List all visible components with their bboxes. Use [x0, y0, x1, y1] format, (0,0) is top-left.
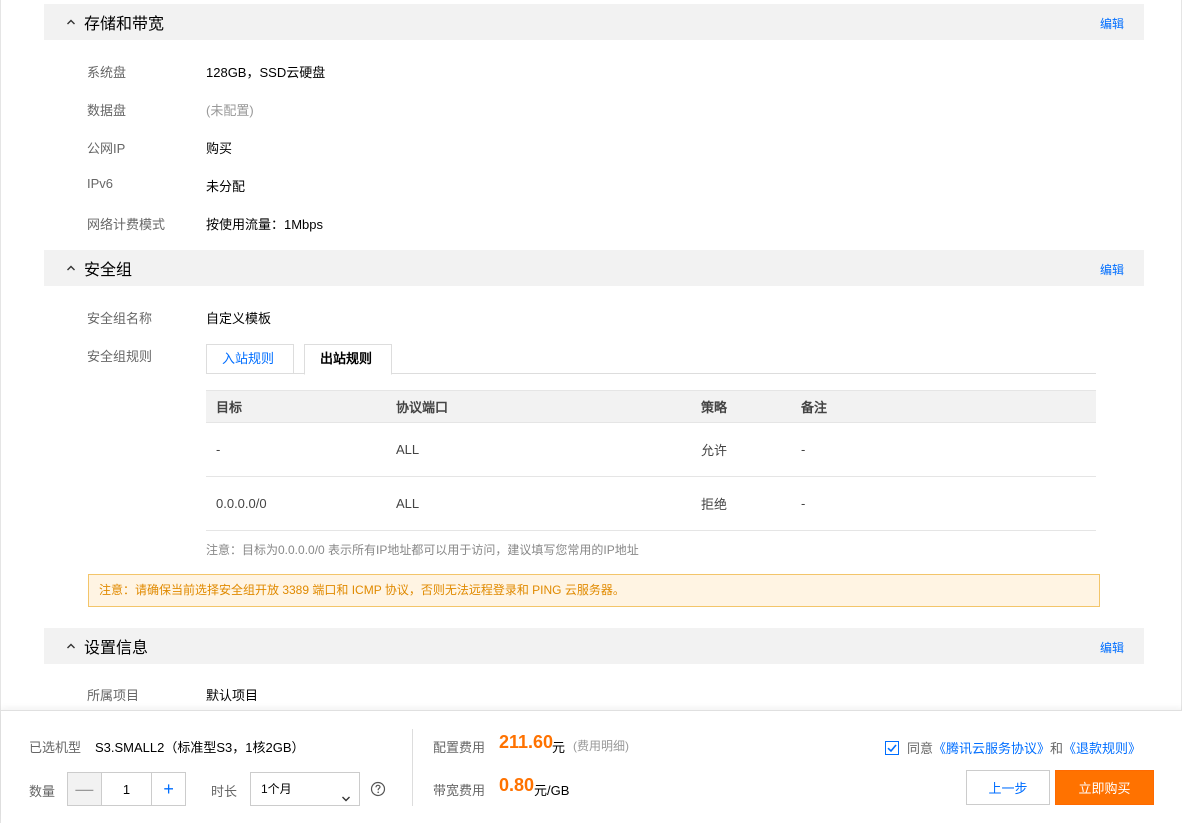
- table-cell: 允许: [691, 422, 791, 477]
- section-header-storage[interactable]: 存储和带宽 编辑: [44, 4, 1144, 40]
- row-label: 网络计费模式: [87, 217, 166, 232]
- row-label: 数据盘: [87, 103, 127, 118]
- column-header: 目标: [206, 390, 386, 423]
- table-cell: -: [791, 422, 1096, 477]
- table-cell: 0.0.0.0/0: [206, 476, 386, 531]
- duration-value: 1个月: [261, 782, 292, 796]
- row-label: 系统盘: [87, 65, 127, 80]
- row-label: IPv6: [87, 176, 114, 191]
- tab-outbound-rules[interactable]: 出站规则: [304, 344, 392, 375]
- section-title-storage: 存储和带宽: [84, 16, 165, 33]
- row-label: 安全组名称: [87, 311, 153, 326]
- purchase-footer: 已选机型 S3.SMALL2（标准型S3，1核2GB） 数量 — 1 + 时长 …: [1, 710, 1182, 823]
- row-value: 默认项目: [206, 688, 259, 703]
- row-value: 未分配: [206, 179, 246, 194]
- column-header: 备注: [791, 390, 1096, 423]
- bandwidth-fee-label: 带宽费用: [433, 783, 486, 798]
- config-fee-unit: 元: [552, 740, 566, 755]
- agree-and-text: 和: [1050, 741, 1064, 756]
- chevron-up-icon[interactable]: [66, 17, 76, 27]
- quantity-increment-button[interactable]: +: [151, 773, 185, 805]
- page: 存储和带宽 编辑 系统盘 128GB，SSD云硬盘 数据盘 (未配置) 公网IP…: [0, 0, 1182, 823]
- section-header-settings[interactable]: 设置信息 编辑: [44, 628, 1144, 664]
- row-label: 所属项目: [87, 688, 140, 703]
- row-label: 安全组规则: [87, 349, 153, 364]
- row-value: (未配置): [206, 103, 254, 118]
- edit-storage-link[interactable]: 编辑: [1100, 15, 1124, 32]
- service-agreement-link[interactable]: 《腾讯云服务协议》: [933, 738, 1050, 757]
- table-header-row: 目标 协议端口 策略 备注: [206, 390, 1096, 423]
- tab-inbound-rules[interactable]: 入站规则: [206, 344, 294, 374]
- config-fee-label: 配置费用: [433, 740, 486, 755]
- quantity-label: 数量: [29, 784, 56, 799]
- duration-label: 时长: [211, 784, 238, 799]
- quantity-decrement-button[interactable]: —: [68, 773, 102, 805]
- previous-step-button[interactable]: 上一步: [966, 770, 1050, 805]
- table-cell: ALL: [386, 476, 691, 531]
- agree-checkbox[interactable]: [885, 740, 899, 755]
- buy-now-button[interactable]: 立即购买: [1055, 770, 1154, 805]
- bandwidth-fee-unit: 元/GB: [534, 783, 570, 798]
- rules-table: 目标 协议端口 策略 备注 - ALL 允许 - 0.0.0.0/0 ALL 拒…: [206, 390, 1096, 531]
- row-label: 公网IP: [87, 141, 126, 156]
- section-title-settings: 设置信息: [84, 640, 149, 657]
- table-cell: -: [791, 476, 1096, 531]
- selected-model-value: S3.SMALL2（标准型S3，1核2GB）: [95, 740, 305, 755]
- footer-divider: [412, 729, 413, 806]
- agree-text: 同意: [907, 741, 934, 756]
- checkbox-checked-icon: [887, 743, 897, 752]
- row-value: 购买: [206, 141, 233, 156]
- fee-detail-link[interactable]: (费用明细): [573, 737, 629, 754]
- quantity-input[interactable]: 1: [102, 773, 152, 805]
- table-cell: -: [206, 422, 386, 477]
- section-title-security: 安全组: [84, 262, 133, 279]
- duration-select[interactable]: 1个月: [250, 772, 360, 806]
- table-cell: 拒绝: [691, 476, 791, 531]
- ip-note: 注意：目标为0.0.0.0/0 表示所有IP地址都可以用于访问，建议填写您常用的…: [206, 543, 639, 557]
- quantity-stepper: — 1 +: [67, 772, 186, 806]
- rules-tabs: 入站规则 出站规则: [206, 344, 1096, 375]
- refund-rules-link[interactable]: 《退款规则》: [1063, 738, 1141, 757]
- chevron-up-icon[interactable]: [66, 263, 76, 273]
- section-header-security[interactable]: 安全组 编辑: [44, 250, 1144, 286]
- row-value: 自定义模板: [206, 311, 272, 326]
- row-value: 按使用流量：1Mbps: [206, 217, 324, 232]
- chevron-up-icon[interactable]: [66, 641, 76, 651]
- agreement-row: 同意 《腾讯云服务协议》 和 《退款规则》: [885, 738, 1141, 757]
- selected-model-label: 已选机型: [29, 740, 82, 755]
- column-header: 协议端口: [386, 390, 691, 423]
- port-warning-banner: 注意：请确保当前选择安全组开放 3389 端口和 ICMP 协议，否则无法远程登…: [88, 574, 1100, 607]
- config-fee-price: 211.60: [499, 732, 554, 752]
- column-header: 策略: [691, 390, 791, 423]
- table-cell: ALL: [386, 422, 691, 477]
- table-row: - ALL 允许 -: [206, 422, 1096, 477]
- chevron-down-icon: [341, 784, 351, 816]
- edit-settings-link[interactable]: 编辑: [1100, 639, 1124, 656]
- table-row: 0.0.0.0/0 ALL 拒绝 -: [206, 476, 1096, 531]
- row-value: 128GB，SSD云硬盘: [206, 65, 326, 80]
- bandwidth-fee-price: 0.80: [499, 775, 535, 795]
- edit-security-link[interactable]: 编辑: [1100, 261, 1124, 278]
- help-circle-icon[interactable]: [370, 781, 386, 797]
